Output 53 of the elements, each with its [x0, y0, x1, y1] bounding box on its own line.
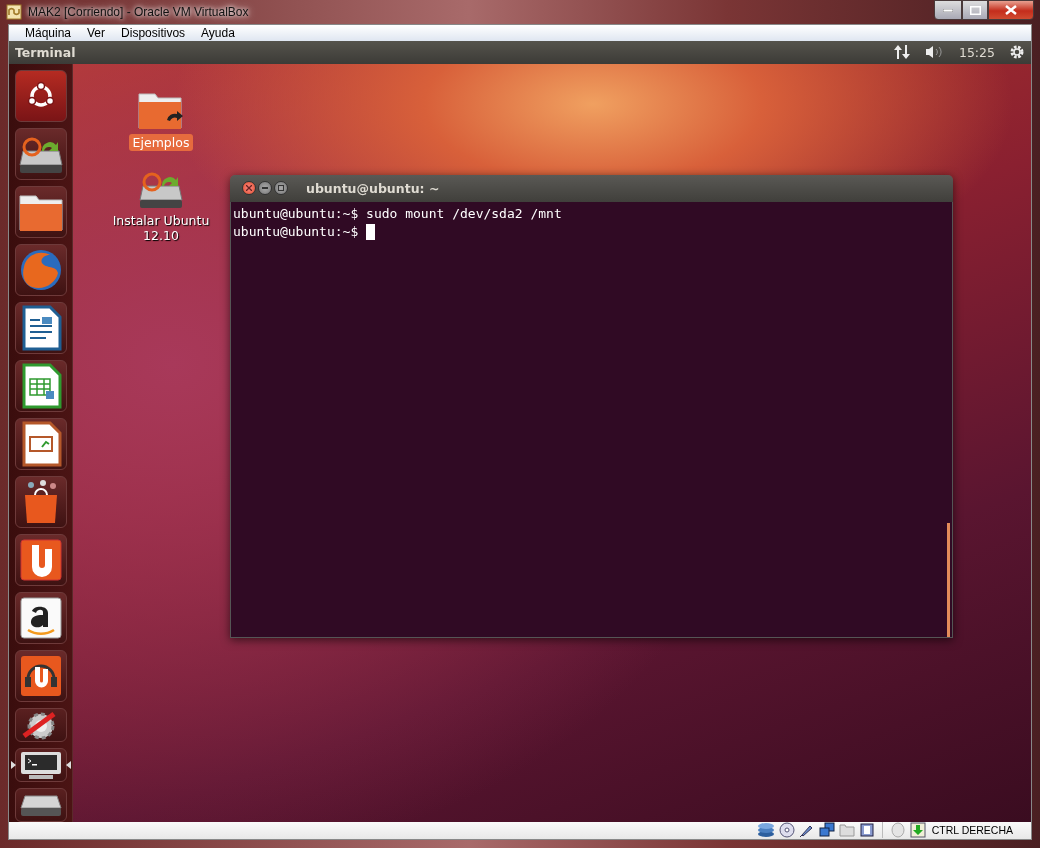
- launcher-item[interactable]: [14, 127, 67, 180]
- close-button[interactable]: [988, 0, 1034, 20]
- close-icon: [1005, 5, 1017, 15]
- shopping-a-icon: [19, 596, 62, 639]
- scrollbar[interactable]: [947, 522, 950, 637]
- terminal-line: ubuntu@ubuntu:~$ sudo mount /dev/sda2 /mnt: [233, 204, 562, 223]
- launcher-item[interactable]: [14, 533, 67, 586]
- host-key-label: CTRL DERECHA: [931, 824, 1013, 837]
- launcher-item[interactable]: [14, 359, 67, 412]
- close-button[interactable]: [242, 181, 256, 196]
- menu-item[interactable]: Ayuda: [193, 25, 243, 40]
- launcher-item[interactable]: [14, 707, 67, 742]
- window-title: MAK2 [Corriendo] - Oracle VM VirtualBox: [28, 4, 249, 19]
- volume-icon[interactable]: [924, 44, 945, 61]
- menu-item[interactable]: Dispositivos: [113, 25, 194, 40]
- launcher-item[interactable]: [14, 417, 67, 470]
- headphones-u-icon: [19, 654, 62, 697]
- launcher-item[interactable]: [14, 649, 67, 702]
- launcher-item[interactable]: [14, 475, 67, 528]
- maximize-button[interactable]: [274, 181, 288, 196]
- maximize-icon: [278, 185, 284, 192]
- cloud-u-icon: [19, 538, 62, 581]
- settings-icon[interactable]: [1009, 44, 1025, 61]
- terminal-body[interactable]: ubuntu@ubuntu:~$ sudo mount /dev/sda2 /mnt ubuntu@ubuntu:~$: [230, 201, 953, 638]
- network-arrows-icon[interactable]: [892, 44, 911, 61]
- terminal-icon: [18, 749, 63, 780]
- launcher-item[interactable]: [14, 185, 67, 238]
- text-cursor: [366, 223, 376, 240]
- terminal-title: ubuntu@ubuntu: ~: [306, 180, 440, 196]
- minimize-icon: [943, 8, 953, 12]
- chip-icon[interactable]: [858, 822, 875, 839]
- minimize-button[interactable]: [258, 181, 272, 196]
- menu-item[interactable]: Máquina: [17, 25, 80, 40]
- optical-disc-icon[interactable]: [778, 822, 795, 839]
- launcher-item[interactable]: [14, 591, 67, 644]
- clock[interactable]: 15:25: [958, 44, 995, 60]
- menu-item[interactable]: Ver: [79, 25, 114, 40]
- close-icon: [246, 185, 252, 192]
- launcher-item[interactable]: [14, 301, 67, 354]
- desktop-icon-label[interactable]: Instalar Ubuntu 12.10: [102, 211, 220, 244]
- launcher-item[interactable]: [14, 787, 67, 822]
- app-name: Terminal: [15, 44, 76, 60]
- disks-icon[interactable]: [756, 822, 775, 839]
- launcher-item[interactable]: [14, 69, 67, 122]
- terminal-line: ubuntu@ubuntu:~$: [233, 222, 360, 241]
- minimize-button[interactable]: [934, 0, 962, 20]
- maximize-icon: [969, 5, 981, 15]
- virtualbox-app-icon: [6, 3, 22, 20]
- minimize-icon: [262, 187, 268, 190]
- maximize-button[interactable]: [962, 0, 988, 20]
- network-icon[interactable]: [818, 822, 835, 839]
- active-indicator: [10, 760, 16, 769]
- down-arrow-icon[interactable]: [909, 822, 926, 839]
